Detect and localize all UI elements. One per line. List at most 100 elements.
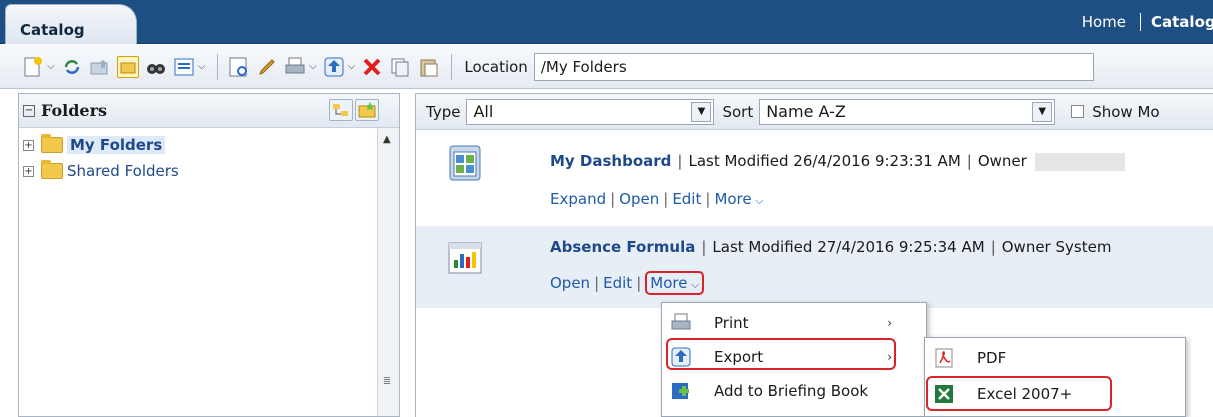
folders-pane: − Folders + My Folders + Shared Folders … (18, 93, 400, 417)
more-link[interactable]: More ⌵ (645, 271, 705, 295)
catalog-item-my-dashboard: My Dashboard | Last Modified 26/4/2016 9:2… (416, 130, 1213, 226)
folder-up-icon[interactable] (89, 56, 111, 78)
tree-scrollbar[interactable]: ▲ ═ ═ (377, 128, 399, 416)
item-info-line: My Dashboard | Last Modified 26/4/2016 9:2… (550, 152, 1125, 171)
paste-icon[interactable] (417, 56, 439, 78)
catalog-link[interactable]: Catalog (1141, 13, 1213, 31)
show-tree-icon[interactable] (329, 99, 353, 121)
menu-item-pdf[interactable]: PDF (925, 342, 1185, 374)
collapse-icon[interactable]: − (23, 104, 35, 117)
tree-item-label[interactable]: Shared Folders (67, 162, 179, 180)
analysis-icon[interactable] (446, 240, 482, 276)
folders-title: Folders (41, 101, 108, 120)
menu-item-label: Print (714, 314, 749, 332)
pipe-separator: | (990, 238, 996, 256)
action-separator: | (636, 274, 642, 292)
folder-icon (41, 134, 63, 153)
delete-icon[interactable] (361, 56, 383, 78)
folder-icon (41, 160, 63, 179)
scroll-up-arrow-icon[interactable]: ▲ (383, 134, 391, 145)
header-links: Home Catalog (1068, 10, 1213, 34)
action-separator: | (663, 190, 669, 208)
modified-value: 26/4/2016 9:23:31 AM (793, 152, 961, 170)
expand-icon[interactable]: + (23, 139, 34, 151)
open-link[interactable]: Open (619, 190, 659, 208)
folder-tree-icon[interactable] (116, 55, 139, 78)
toolbar-separator (217, 53, 219, 80)
edit-link[interactable]: Edit (672, 190, 701, 208)
submenu-arrow-icon: › (887, 316, 892, 330)
type-select-value: All (473, 101, 494, 121)
scroll-grip-icon[interactable]: ═ ═ (384, 375, 390, 389)
sort-select[interactable]: Name A-Z ▼ (759, 98, 1056, 125)
print-dropdown-caret[interactable]: ⌵ (309, 61, 317, 72)
action-separator: | (705, 190, 711, 208)
excel-highlight (926, 376, 1112, 411)
toolbar-separator (451, 53, 453, 80)
print-icon[interactable] (284, 56, 306, 78)
view-icon[interactable] (173, 56, 195, 78)
folders-header: − Folders (19, 94, 399, 128)
new-dropdown-caret[interactable]: ⌵ (47, 61, 55, 72)
export-highlight (666, 338, 896, 370)
action-separator: | (610, 190, 616, 208)
location-input[interactable]: /My Folders (533, 52, 1094, 81)
refresh-icon[interactable] (61, 56, 83, 78)
dropdown-arrow-icon[interactable]: ▼ (1032, 101, 1053, 122)
modified-label: Last Modified (712, 238, 813, 256)
open-link[interactable]: Open (550, 274, 590, 292)
favorite-folder-icon[interactable] (355, 99, 379, 121)
menu-item-add-to-briefing-book[interactable]: Add to Briefing Book (662, 375, 926, 407)
print-icon (670, 312, 692, 334)
pipe-separator: | (701, 238, 707, 256)
chevron-down-icon: ⌵ (751, 194, 764, 207)
pipe-separator: | (966, 152, 972, 170)
pipe-separator: | (677, 152, 683, 170)
briefing-book-add-icon (670, 380, 692, 402)
owner-redacted (1034, 152, 1125, 171)
more-link[interactable]: More ⌵ (714, 190, 763, 208)
owner-label: Owner (977, 152, 1027, 170)
menu-item-label: PDF (977, 349, 1007, 367)
copy-icon[interactable] (389, 56, 411, 78)
type-select[interactable]: All ▼ (466, 98, 715, 125)
catalog-toolbar: ⌵ ⌵ ⌵ ⌵ Location /My Folders (0, 45, 1213, 89)
pdf-icon (933, 347, 955, 369)
tree-item-my-folders[interactable]: + My Folders (19, 132, 377, 158)
dashboard-icon[interactable] (446, 144, 482, 181)
home-link[interactable]: Home (1068, 13, 1141, 31)
catalog-item-absence-formula: Absence Formula | Last Modified 27/4/2016 … (416, 226, 1213, 308)
app-header: Catalog Home Catalog (0, 0, 1213, 44)
sort-label: Sort (722, 102, 754, 121)
item-name-link[interactable]: My Dashboard (550, 152, 671, 170)
expand-link[interactable]: Expand (550, 190, 606, 208)
item-name-link[interactable]: Absence Formula (550, 238, 695, 256)
more-link-label: More (714, 190, 752, 208)
expand-icon[interactable]: + (23, 165, 34, 177)
folder-tree: + My Folders + Shared Folders (19, 128, 377, 416)
item-actions: Expand | Open | Edit | More ⌵ (550, 190, 763, 208)
edit-link[interactable]: Edit (603, 274, 632, 292)
location-label: Location (464, 57, 528, 76)
tree-item-shared-folders[interactable]: + Shared Folders (19, 158, 377, 184)
new-icon[interactable] (22, 56, 44, 78)
sort-select-value: Name A-Z (766, 101, 846, 121)
action-separator: | (594, 274, 600, 292)
menu-item-print[interactable]: Print › (662, 307, 926, 339)
export-icon[interactable] (323, 56, 345, 78)
item-actions: Open | Edit | More ⌵ (550, 271, 705, 295)
show-more-checkbox[interactable] (1071, 105, 1085, 118)
item-info-line: Absence Formula | Last Modified 27/4/2016 … (550, 238, 1111, 256)
export-dropdown-caret[interactable]: ⌵ (348, 61, 356, 72)
edit-pencil-icon[interactable] (256, 56, 278, 78)
type-label: Type (426, 102, 461, 121)
search-binoculars-icon[interactable] (145, 56, 167, 78)
properties-icon[interactable] (228, 56, 250, 78)
modified-value: 27/4/2016 9:25:34 AM (817, 238, 985, 256)
catalog-tab[interactable]: Catalog (5, 4, 137, 44)
dropdown-arrow-icon[interactable]: ▼ (691, 101, 712, 122)
view-dropdown-caret[interactable]: ⌵ (198, 61, 206, 72)
tree-item-label[interactable]: My Folders (67, 136, 166, 154)
owner-value: System (1055, 238, 1112, 256)
menu-item-label: Add to Briefing Book (714, 382, 869, 400)
